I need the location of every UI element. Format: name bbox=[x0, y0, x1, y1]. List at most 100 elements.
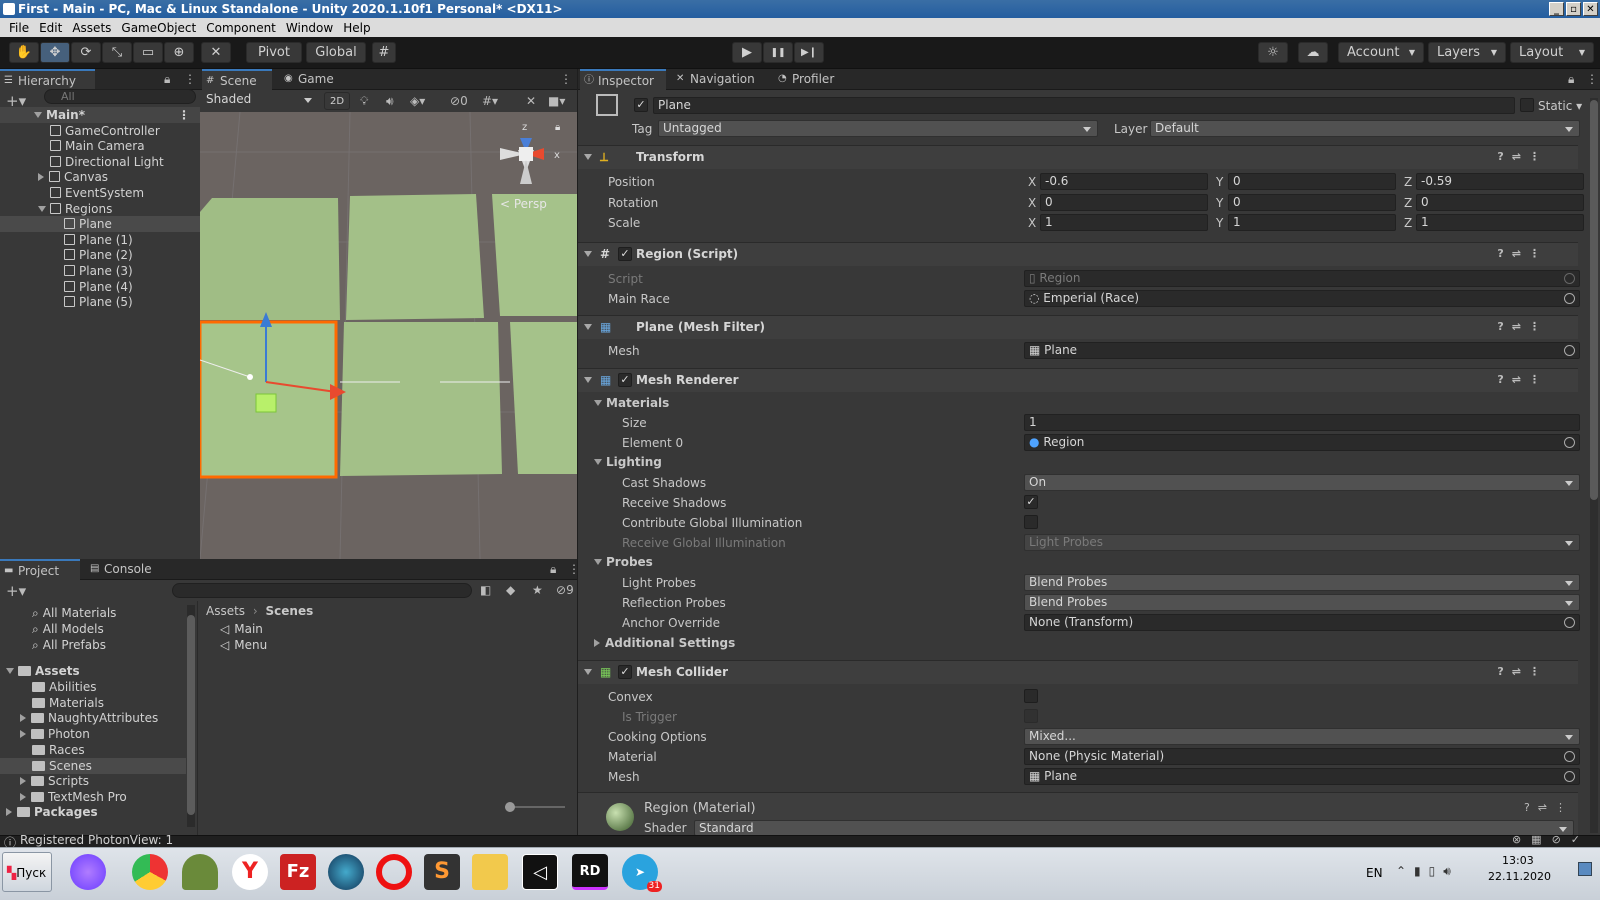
hierarchy-item[interactable]: Plane (5) bbox=[0, 294, 200, 310]
menu-window[interactable]: Window bbox=[281, 21, 338, 35]
tab-scene[interactable]: # Scene bbox=[202, 69, 272, 90]
unity-app-icon[interactable]: ◁ bbox=[522, 854, 558, 890]
expand-arrow-icon[interactable] bbox=[20, 792, 26, 801]
breadcrumb-scenes[interactable]: Scenes bbox=[266, 604, 314, 618]
filter-type-icon[interactable]: ◧ bbox=[480, 583, 491, 597]
favorite-item[interactable]: ⌕ All Models bbox=[0, 621, 104, 637]
asset-folder[interactable]: Scripts bbox=[0, 773, 186, 789]
packages-root[interactable]: Packages bbox=[0, 804, 98, 820]
kebab-menu-icon[interactable]: ⋮ bbox=[560, 72, 572, 86]
gizmo-plane-handle[interactable] bbox=[255, 393, 277, 413]
shading-mode-dropdown[interactable]: Shaded bbox=[202, 92, 318, 109]
grid-toggle-icon[interactable]: #▾ bbox=[482, 94, 498, 108]
audio-toggle-icon[interactable]: 🔊︎ bbox=[386, 94, 394, 109]
add-icon[interactable]: +▾ bbox=[6, 582, 26, 600]
plane-tile[interactable] bbox=[510, 322, 577, 474]
star-icon[interactable]: ★ bbox=[532, 583, 543, 597]
tab-game[interactable]: ◉ Game bbox=[280, 69, 350, 90]
layers-dropdown[interactable]: Layers ▼ bbox=[1428, 42, 1506, 63]
play-button[interactable]: ▶ bbox=[732, 42, 762, 63]
start-button[interactable]: ▚Пуск bbox=[2, 852, 52, 892]
lock-icon[interactable]: 🔒︎ bbox=[555, 122, 560, 133]
status-message[interactable]: Registered PhotonView: 1 bbox=[20, 833, 173, 847]
move-tool-icon[interactable]: ✥ bbox=[40, 42, 70, 63]
light-toggle-icon[interactable]: 💡︎ bbox=[360, 94, 368, 109]
menu-component[interactable]: Component bbox=[201, 21, 281, 35]
menu-assets[interactable]: Assets bbox=[67, 21, 116, 35]
clock-time[interactable]: 13:03 bbox=[1502, 854, 1534, 867]
hierarchy-item[interactable]: Directional Light bbox=[0, 154, 200, 170]
maximize-button[interactable]: ▫ bbox=[1566, 2, 1581, 16]
hierarchy-item[interactable]: Regions bbox=[0, 201, 200, 217]
hand-tool-icon[interactable]: ✋ bbox=[9, 42, 39, 63]
plane-tile[interactable] bbox=[346, 194, 484, 320]
language-indicator[interactable]: EN bbox=[1366, 866, 1383, 880]
kebab-menu-icon[interactable]: ⋮ bbox=[178, 107, 190, 123]
pause-button[interactable]: ❚❚ bbox=[763, 42, 793, 63]
asset-folder[interactable]: TextMesh Pro bbox=[0, 789, 186, 805]
rider-icon[interactable]: RD bbox=[572, 854, 608, 890]
yandex-browser-icon[interactable]: Y bbox=[232, 854, 268, 890]
plane-tile[interactable] bbox=[492, 194, 577, 316]
alice-app-icon[interactable] bbox=[70, 854, 106, 890]
lock-icon[interactable]: 🔒︎ bbox=[550, 562, 556, 577]
tree-app-icon[interactable] bbox=[182, 854, 218, 890]
expand-arrow-icon[interactable] bbox=[38, 173, 44, 182]
hierarchy-item[interactable]: Plane (3) bbox=[0, 263, 200, 279]
hierarchy-item[interactable]: Canvas bbox=[0, 169, 200, 185]
layout-dropdown[interactable]: Layout ▼ bbox=[1510, 42, 1594, 63]
favorite-item[interactable]: ⌕ All Materials bbox=[0, 605, 116, 621]
asset-folder[interactable]: Races bbox=[0, 742, 186, 758]
transform-tool-icon[interactable]: ⊕ bbox=[164, 42, 194, 63]
pivot-button[interactable]: Pivot bbox=[246, 42, 302, 63]
chrome-app-icon[interactable] bbox=[132, 854, 168, 890]
asset-folder[interactable]: Photon bbox=[0, 726, 186, 742]
camera-icon[interactable]: ■▾ bbox=[548, 94, 565, 108]
asset-folder[interactable]: Abilities bbox=[0, 679, 186, 695]
tab-console[interactable]: ▤ Console bbox=[86, 559, 166, 580]
assets-root[interactable]: Assets bbox=[0, 663, 80, 679]
projection-label[interactable]: < Persp bbox=[500, 197, 547, 211]
opera-icon[interactable] bbox=[376, 854, 412, 890]
expand-arrow-icon[interactable] bbox=[20, 714, 26, 723]
2d-toggle[interactable]: 2D bbox=[324, 92, 350, 110]
lock-icon[interactable]: 🔒︎ bbox=[1568, 72, 1574, 87]
asset-folder[interactable]: Materials bbox=[0, 695, 186, 711]
asset-folder[interactable]: NaughtyAttributes bbox=[0, 710, 186, 726]
show-desktop-button[interactable] bbox=[1578, 862, 1592, 876]
hierarchy-scene-row[interactable]: Main* ⋮ bbox=[0, 107, 200, 123]
rect-tool-icon[interactable]: ▭ bbox=[133, 42, 163, 63]
minimize-button[interactable]: _ bbox=[1549, 2, 1564, 16]
label-icon[interactable]: ◆ bbox=[506, 583, 515, 597]
step-button[interactable]: ▶❙ bbox=[794, 42, 824, 63]
scrollbar[interactable] bbox=[187, 605, 195, 827]
tab-inspector[interactable]: ⓘ Inspector bbox=[580, 69, 666, 90]
hierarchy-item[interactable]: Main Camera bbox=[0, 138, 200, 154]
tools-icon[interactable]: ✕ bbox=[526, 94, 536, 108]
hierarchy-item[interactable]: Plane (2) bbox=[0, 247, 200, 263]
expand-arrow-icon[interactable] bbox=[20, 730, 26, 739]
hidden-packages-icon[interactable]: ⊘9 bbox=[556, 583, 574, 597]
project-search-input[interactable] bbox=[172, 583, 472, 598]
scale-tool-icon[interactable]: ⤡ bbox=[102, 42, 132, 63]
sublime-text-icon[interactable]: S bbox=[424, 854, 460, 890]
hierarchy-item[interactable]: EventSystem bbox=[0, 185, 200, 201]
account-dropdown[interactable]: Account ▼ bbox=[1338, 42, 1424, 63]
kebab-menu-icon[interactable]: ⋮ bbox=[184, 72, 196, 86]
expand-arrow-icon[interactable] bbox=[20, 777, 26, 786]
collab-icon[interactable]: ☼ bbox=[1258, 42, 1288, 63]
scene-file[interactable]: ◁ Main bbox=[220, 621, 263, 637]
tab-navigation[interactable]: ✕ Navigation bbox=[672, 69, 768, 90]
tab-project[interactable]: ▬ Project bbox=[0, 559, 80, 580]
menu-help[interactable]: Help bbox=[338, 21, 375, 35]
filezilla-icon[interactable]: Fz bbox=[280, 854, 316, 890]
tab-profiler[interactable]: ◔ Profiler bbox=[774, 69, 860, 90]
rotate-tool-icon[interactable]: ⟳ bbox=[71, 42, 101, 63]
custom-tool-icon[interactable]: ✕ bbox=[201, 42, 231, 63]
cloud-icon[interactable]: ☁ bbox=[1298, 42, 1328, 63]
scene-viewport[interactable]: z x < Persp 🔒︎ bbox=[200, 112, 577, 559]
hidden-objects-icon[interactable]: ⊘0 bbox=[450, 94, 468, 108]
kebab-menu-icon[interactable]: ⋮ bbox=[1586, 72, 1598, 86]
hierarchy-item[interactable]: Plane (1) bbox=[0, 232, 200, 248]
hierarchy-item[interactable]: Plane (4) bbox=[0, 279, 200, 295]
